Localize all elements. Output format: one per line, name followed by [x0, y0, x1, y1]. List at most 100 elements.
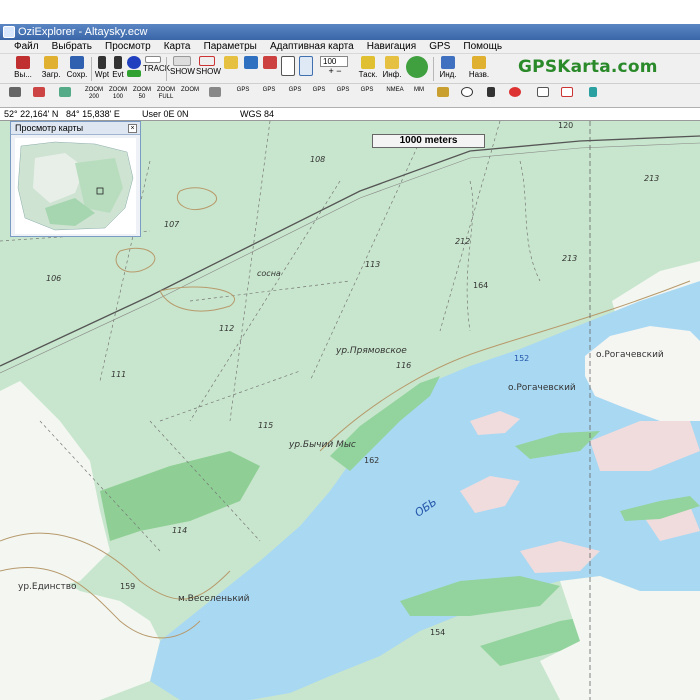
overview-window[interactable]: Просмотр карты ×	[10, 121, 141, 237]
overview-map[interactable]	[15, 138, 136, 234]
gps-button-4[interactable]: GPS	[310, 87, 328, 105]
task-button[interactable]: Таск.	[357, 56, 379, 82]
back-icon	[472, 56, 486, 69]
pencil-button[interactable]	[434, 87, 452, 105]
anchor-button[interactable]	[482, 87, 500, 105]
pencil-icon	[437, 87, 449, 97]
stop-icon	[509, 87, 521, 97]
gps-button-1[interactable]: GPS	[234, 87, 252, 105]
datum-readout: WGS 84	[240, 109, 275, 119]
antenna-icon	[589, 87, 597, 97]
waypoint-button[interactable]: Wpt	[94, 56, 110, 82]
tools-button-3[interactable]	[261, 56, 279, 82]
stop-button[interactable]	[506, 87, 524, 105]
line-tool-button[interactable]	[6, 87, 24, 105]
index-button[interactable]: Инд.	[437, 56, 459, 82]
move-arrows-button[interactable]	[404, 56, 430, 82]
event-button[interactable]: Evt	[110, 56, 126, 82]
antenna-button[interactable]	[584, 87, 602, 105]
save-button[interactable]: Сохр.	[66, 56, 88, 82]
overview-close-button[interactable]: ×	[128, 124, 137, 133]
magnifier-icon	[281, 56, 295, 76]
chart-icon	[537, 87, 549, 97]
index-icon	[441, 56, 455, 69]
map-label-108: 108	[310, 155, 326, 164]
cursor-icon	[33, 87, 45, 97]
toolbar-separator	[166, 57, 167, 81]
menu-navigation[interactable]: Навигация	[362, 40, 421, 54]
menu-moving-map[interactable]: Адаптивная карта	[265, 40, 359, 54]
move-arrows-icon	[406, 56, 428, 78]
map-label-164: 164	[473, 281, 489, 290]
menu-view[interactable]: Просмотр	[100, 40, 156, 54]
map-label-162: 162	[364, 456, 380, 465]
graph-button[interactable]	[558, 87, 576, 105]
lock-icon	[361, 56, 375, 69]
route-button[interactable]	[127, 56, 141, 82]
event-icon	[114, 56, 122, 69]
tools-button-1[interactable]	[222, 56, 240, 82]
target-icon	[461, 87, 473, 97]
mm-button[interactable]: MM	[410, 87, 428, 105]
magnifier-icon	[299, 56, 313, 76]
load-button[interactable]: Загр.	[40, 56, 62, 82]
show-wpt-button[interactable]: SHOW	[196, 56, 221, 82]
toolbar-separator	[433, 57, 434, 81]
info-button[interactable]: Инф.	[382, 56, 402, 82]
zoom-100-button[interactable]: ZOOM 100	[108, 87, 128, 105]
exit-button[interactable]: Вы...	[12, 56, 34, 82]
nmea-button[interactable]: NMEA	[386, 87, 404, 105]
scale-bar: 1000 meters	[372, 134, 485, 148]
zoom-select[interactable]: 100 + −	[320, 56, 350, 82]
back-button[interactable]: Назв.	[468, 56, 490, 82]
show-wpt-icon	[199, 56, 215, 66]
cursor-tool-button[interactable]	[30, 87, 48, 105]
gps-button-6[interactable]: GPS	[358, 87, 376, 105]
gps-button-5[interactable]: GPS	[334, 87, 352, 105]
window-titlebar: OziExplorer - Altaysky.ecw	[0, 24, 700, 40]
zoom-full-button[interactable]: ZOOM FULL	[156, 87, 176, 105]
menu-gps[interactable]: GPS	[424, 40, 455, 54]
tools-icon	[263, 56, 277, 69]
map-label-213-b: 213	[562, 254, 578, 263]
show-track-button[interactable]: SHOW	[170, 56, 195, 82]
zoom-50-button[interactable]: ZOOM 50	[132, 87, 152, 105]
save-icon	[70, 56, 84, 69]
status-bar: 52° 22,164' N 84° 15,838' E User 0E 0N W…	[0, 108, 700, 121]
map-label-213-a: 213	[644, 174, 660, 183]
map-label-sosna: сосна	[257, 269, 281, 278]
latitude-readout: 52° 22,164' N	[4, 109, 59, 119]
copy-tool-button[interactable]	[56, 87, 74, 105]
map-label-107: 107	[164, 220, 180, 229]
menu-help[interactable]: Помощь	[458, 40, 507, 54]
menu-file[interactable]: Файл	[0, 40, 44, 54]
longitude-readout: 84° 15,838' E	[66, 109, 120, 119]
menu-select[interactable]: Выбрать	[47, 40, 97, 54]
menu-bar: Файл Выбрать Просмотр Карта Параметры Ад…	[0, 40, 700, 54]
chart-button[interactable]	[534, 87, 552, 105]
track-icon	[145, 56, 161, 63]
map-label-115: 115	[258, 421, 274, 430]
zoom-in-button[interactable]	[280, 56, 296, 82]
zoom-out-button[interactable]	[298, 56, 314, 82]
route-green-icon	[127, 70, 141, 77]
map-label-159: 159	[120, 582, 136, 591]
menu-map[interactable]: Карта	[159, 40, 196, 54]
show-icon	[173, 56, 191, 66]
target-button[interactable]	[458, 87, 476, 105]
gps-button-2[interactable]: GPS	[260, 87, 278, 105]
print-button[interactable]	[206, 87, 224, 105]
tools-icon	[244, 56, 258, 69]
tools-button-2[interactable]	[242, 56, 260, 82]
map-label-154: 154	[430, 628, 446, 637]
secondary-toolbar: ZOOM 200 ZOOM 100 ZOOM 50 ZOOM FULL ZOOM…	[0, 84, 700, 108]
map-label-rogachevskiy-2: о.Рогачевский	[508, 383, 576, 393]
menu-options[interactable]: Параметры	[199, 40, 262, 54]
track-button[interactable]: TRACK	[143, 56, 170, 82]
zoom-button[interactable]: ZOOM	[180, 87, 200, 105]
gps-button-3[interactable]: GPS	[286, 87, 304, 105]
printer-icon	[209, 87, 221, 97]
zoom-200-button[interactable]: ZOOM 200	[84, 87, 104, 105]
map-label-120: 120	[558, 121, 574, 130]
overview-title: Просмотр карты	[11, 122, 140, 135]
